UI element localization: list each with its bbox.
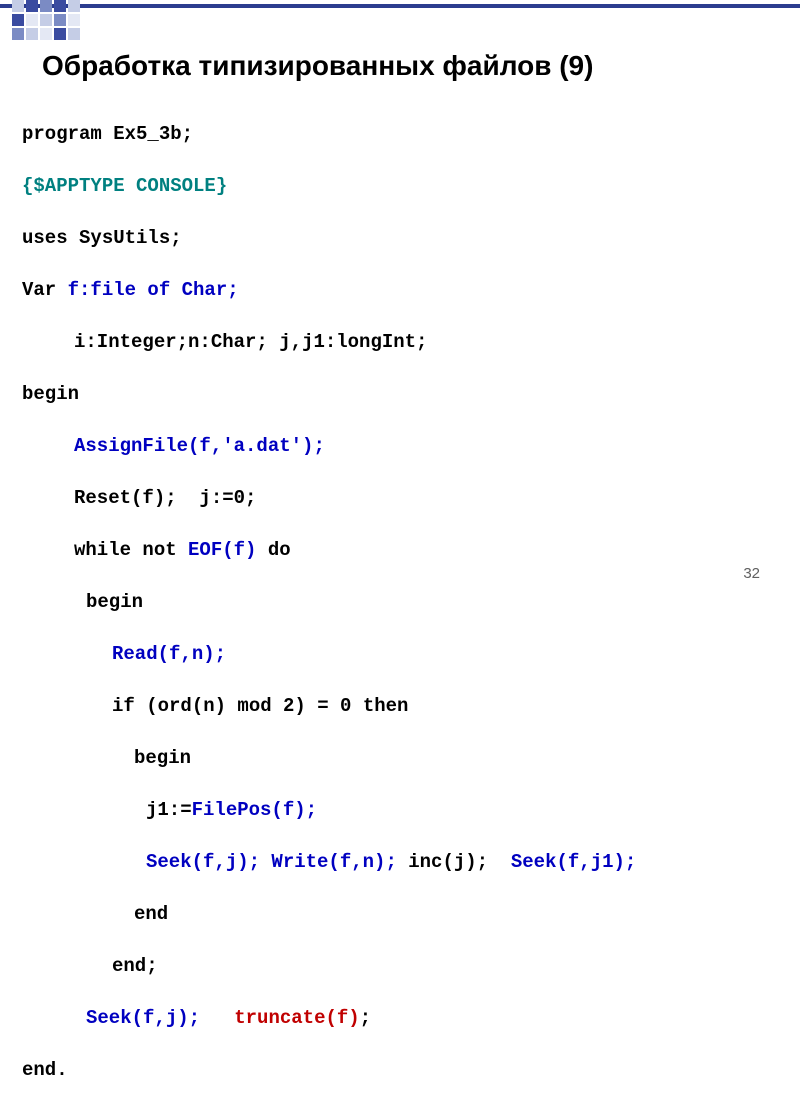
code-line: end; — [112, 955, 158, 977]
code-line: truncate(f) — [234, 1007, 359, 1029]
header-accent-line — [0, 4, 800, 8]
code-line: Reset(f); j:=0; — [74, 487, 256, 509]
code-line: begin — [86, 591, 143, 613]
code-block: program Ex5_3b; {$APPTYPE CONSOLE} uses … — [22, 95, 636, 1109]
code-line: f:file of Char; — [68, 279, 239, 301]
code-line: Read(f,n); — [112, 643, 226, 665]
code-line: begin — [22, 383, 79, 405]
code-line: do — [256, 539, 290, 561]
code-line: end — [134, 903, 168, 925]
code-line: Seek(f,j1); — [511, 851, 636, 873]
code-line: ; — [360, 1007, 371, 1029]
code-line: if (ord(n) mod 2) = 0 then — [112, 695, 408, 717]
page-number: 32 — [743, 565, 760, 582]
code-line: {$APPTYPE CONSOLE} — [22, 175, 227, 197]
code-line — [200, 1007, 234, 1029]
slide-header-decoration — [0, 0, 800, 40]
code-line: while not — [74, 539, 188, 561]
code-line: Seek(f,j); — [86, 1007, 200, 1029]
header-squares-pattern — [12, 0, 80, 42]
code-line: AssignFile(f,'a.dat'); — [74, 435, 325, 457]
code-line: FilePos(f); — [192, 799, 317, 821]
code-line: Seek(f,j); Write(f,n); — [146, 851, 397, 873]
code-line: begin — [134, 747, 191, 769]
slide-title: Обработка типизированных файлов (9) — [42, 50, 593, 82]
code-line: Var — [22, 279, 68, 301]
code-line: program Ex5_3b; — [22, 123, 193, 145]
code-line: EOF(f) — [188, 539, 256, 561]
code-line: i:Integer;n:Char; j,j1:longInt; — [74, 331, 427, 353]
code-line: end. — [22, 1059, 68, 1081]
code-line: uses SysUtils; — [22, 227, 182, 249]
code-line: inc(j); — [397, 851, 511, 873]
code-line: j1:= — [146, 799, 192, 821]
